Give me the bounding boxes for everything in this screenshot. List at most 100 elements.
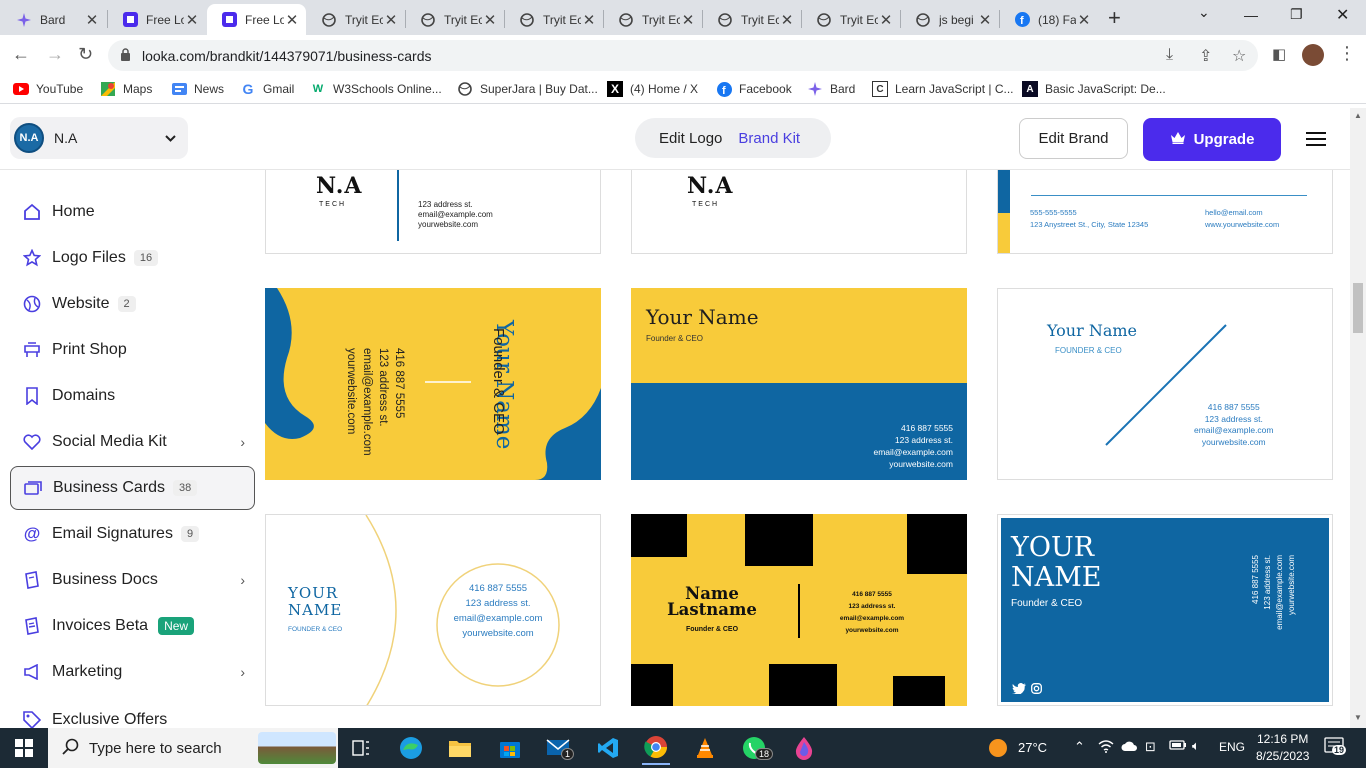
page-scrollbar[interactable]: ▲ ▼ <box>1350 108 1366 728</box>
wifi-icon[interactable] <box>1098 740 1114 756</box>
tab-bard[interactable]: Bard ✕ <box>2 4 106 35</box>
sidebar-item-exclusive-offers[interactable]: Exclusive Offers <box>10 698 255 728</box>
side-panel-icon[interactable]: ◧ <box>1272 45 1286 63</box>
bookmark-superjara[interactable]: SuperJara | Buy Dat... <box>457 81 598 97</box>
url-text[interactable]: looka.com/brandkit/144379071/business-ca… <box>142 48 432 64</box>
whatsapp-icon[interactable]: 18 <box>740 734 774 762</box>
close-icon[interactable]: ✕ <box>1076 11 1092 29</box>
business-card-template[interactable]: Your Name FOUNDER & CEO 416 887 5555 123… <box>997 288 1333 480</box>
bookmark-codecademy[interactable]: C Learn JavaScript | C... <box>872 81 1014 97</box>
sidebar-item-business-cards[interactable]: Business Cards 38 <box>10 466 255 510</box>
business-card-template[interactable]: Your Name Founder & CEO 416 887 5555 123… <box>265 288 601 480</box>
business-card-template[interactable]: YOUR NAME Founder & CEO 416 887 5555 123… <box>997 514 1333 706</box>
edit-logo-link[interactable]: Edit Logo <box>659 130 722 147</box>
close-icon[interactable]: ✕ <box>581 11 597 29</box>
bookmark-gmail[interactable]: G Gmail <box>240 81 295 97</box>
bookmark-maps[interactable]: Maps <box>100 81 152 97</box>
scrollbar-thumb[interactable] <box>1353 283 1363 333</box>
vlc-icon[interactable] <box>691 734 719 762</box>
bookmark-youtube[interactable]: YouTube <box>13 81 83 97</box>
menu-dots-icon[interactable]: ⋮ <box>1338 43 1356 64</box>
business-card-template[interactable]: N.A TECH 123 address st. email@example.c… <box>265 170 601 254</box>
profile-avatar[interactable] <box>1302 44 1324 66</box>
business-card-template[interactable]: N.A TECH <box>631 170 967 254</box>
edit-brand-button[interactable]: Edit Brand <box>1019 118 1128 159</box>
lock-icon[interactable] <box>120 48 131 66</box>
bookmark-bard[interactable]: Bard <box>807 81 855 97</box>
maximize-button[interactable]: ❐ <box>1290 6 1303 23</box>
close-icon[interactable]: ✕ <box>284 11 300 29</box>
clock[interactable]: 12:16 PM 8/25/2023 <box>1256 731 1309 765</box>
business-card-template[interactable]: YOUR NAME FOUNDER & CEO 416 887 5555 123… <box>265 514 601 706</box>
edge-icon[interactable] <box>397 734 425 762</box>
task-view-icon[interactable] <box>347 734 375 762</box>
taskbar-search[interactable]: Type here to search <box>48 728 338 768</box>
close-icon[interactable]: ✕ <box>878 11 894 29</box>
close-icon[interactable]: ✕ <box>184 11 200 29</box>
bookmark-star-icon[interactable]: ☆ <box>1232 46 1246 66</box>
paint-drop-icon[interactable] <box>790 734 818 762</box>
close-icon[interactable]: ✕ <box>482 11 498 29</box>
sidebar-item-website[interactable]: Website 2 <box>10 282 255 326</box>
omnibox[interactable]: looka.com/brandkit/144379071/business-ca… <box>108 40 1258 71</box>
tab-search-chevron-icon[interactable]: ⌄ <box>1198 4 1210 21</box>
sidebar-item-print-shop[interactable]: Print Shop <box>10 328 255 372</box>
sidebar-item-business-docs[interactable]: Business Docs › <box>10 558 255 602</box>
bookmark-news[interactable]: News <box>171 81 224 97</box>
install-app-icon[interactable]: ⤓ <box>1166 46 1173 64</box>
sidebar-item-email-signatures[interactable]: @ Email Signatures 9 <box>10 512 255 556</box>
tab-tryit-3[interactable]: Tryit Ec ✕ <box>505 4 603 35</box>
close-icon[interactable]: ✕ <box>383 11 399 29</box>
battery-icon[interactable] <box>1169 739 1187 754</box>
language-indicator[interactable]: ENG <box>1219 740 1245 754</box>
volume-icon[interactable]: 🔈︎ <box>1192 738 1200 754</box>
tab-tryit-2[interactable]: Tryit Ec ✕ <box>406 4 504 35</box>
tab-looka-active[interactable]: Free Lo ✕ <box>207 4 306 35</box>
close-icon[interactable]: ✕ <box>680 11 696 29</box>
forward-arrow-icon[interactable]: → <box>46 44 64 65</box>
brand-kit-link[interactable]: Brand Kit <box>738 130 800 147</box>
window-close-button[interactable]: ✕ <box>1336 5 1349 25</box>
business-card-template[interactable]: Name Lastname Founder & CEO 416 887 5555… <box>631 514 967 706</box>
tab-tryit-6[interactable]: Tryit Ec ✕ <box>802 4 900 35</box>
sidebar-item-marketing[interactable]: Marketing › <box>10 650 255 694</box>
minimize-button[interactable]: — <box>1244 7 1258 23</box>
windows-start-icon[interactable] <box>10 734 38 762</box>
weather-icon[interactable] <box>988 738 1008 761</box>
upgrade-button[interactable]: Upgrade <box>1143 118 1281 161</box>
bookmark-facebook[interactable]: f Facebook <box>716 81 792 97</box>
bookmark-freecodecamp[interactable]: A Basic JavaScript: De... <box>1022 81 1166 97</box>
webcam-icon[interactable]: ⊡ <box>1145 739 1156 755</box>
tab-looka-1[interactable]: Free Lo ✕ <box>108 4 206 35</box>
sidebar-item-social-media-kit[interactable]: Social Media Kit › <box>10 420 255 464</box>
microsoft-store-icon[interactable] <box>496 734 524 762</box>
sidebar-item-domains[interactable]: Domains <box>10 374 255 418</box>
close-icon[interactable]: ✕ <box>84 11 100 29</box>
tab-js-beginner[interactable]: js begi ✕ <box>901 4 999 35</box>
tab-tryit-4[interactable]: Tryit Ec ✕ <box>604 4 702 35</box>
tab-facebook[interactable]: f (18) Fa ✕ <box>1000 4 1098 35</box>
sidebar-item-invoices[interactable]: Invoices Beta New <box>10 604 255 648</box>
file-explorer-icon[interactable] <box>446 734 474 762</box>
tray-chevron-up-icon[interactable]: ⌃ <box>1074 739 1085 755</box>
business-card-template[interactable]: Your Name Founder & CEO 416 887 5555 123… <box>631 288 967 480</box>
close-icon[interactable]: ✕ <box>779 11 795 29</box>
tab-tryit-5[interactable]: Tryit Ec ✕ <box>703 4 801 35</box>
bookmark-w3schools[interactable]: W W3Schools Online... <box>310 81 442 97</box>
business-card-template[interactable]: 555-555-5555 123 Anystreet St., City, St… <box>997 170 1333 254</box>
tab-tryit-1[interactable]: Tryit Ec ✕ <box>307 4 405 35</box>
back-arrow-icon[interactable]: ← <box>12 44 30 65</box>
hamburger-menu-icon[interactable] <box>1306 132 1326 146</box>
close-icon[interactable]: ✕ <box>977 11 993 29</box>
bookmark-x[interactable]: X (4) Home / X <box>607 81 698 97</box>
mail-icon[interactable]: 1 <box>545 734 575 762</box>
chrome-icon[interactable] <box>642 731 670 765</box>
brand-selector[interactable]: N.A N.A <box>10 117 188 159</box>
cloud-icon[interactable] <box>1121 740 1138 755</box>
weather-temp[interactable]: 27°C <box>1018 740 1047 755</box>
new-tab-button[interactable]: + <box>1108 5 1121 31</box>
notifications-icon[interactable]: 19 <box>1324 737 1347 760</box>
reload-icon[interactable]: ↻ <box>78 44 93 65</box>
share-icon[interactable]: ⇪ <box>1199 46 1212 66</box>
sidebar-item-logo-files[interactable]: Logo Files 16 <box>10 236 255 280</box>
